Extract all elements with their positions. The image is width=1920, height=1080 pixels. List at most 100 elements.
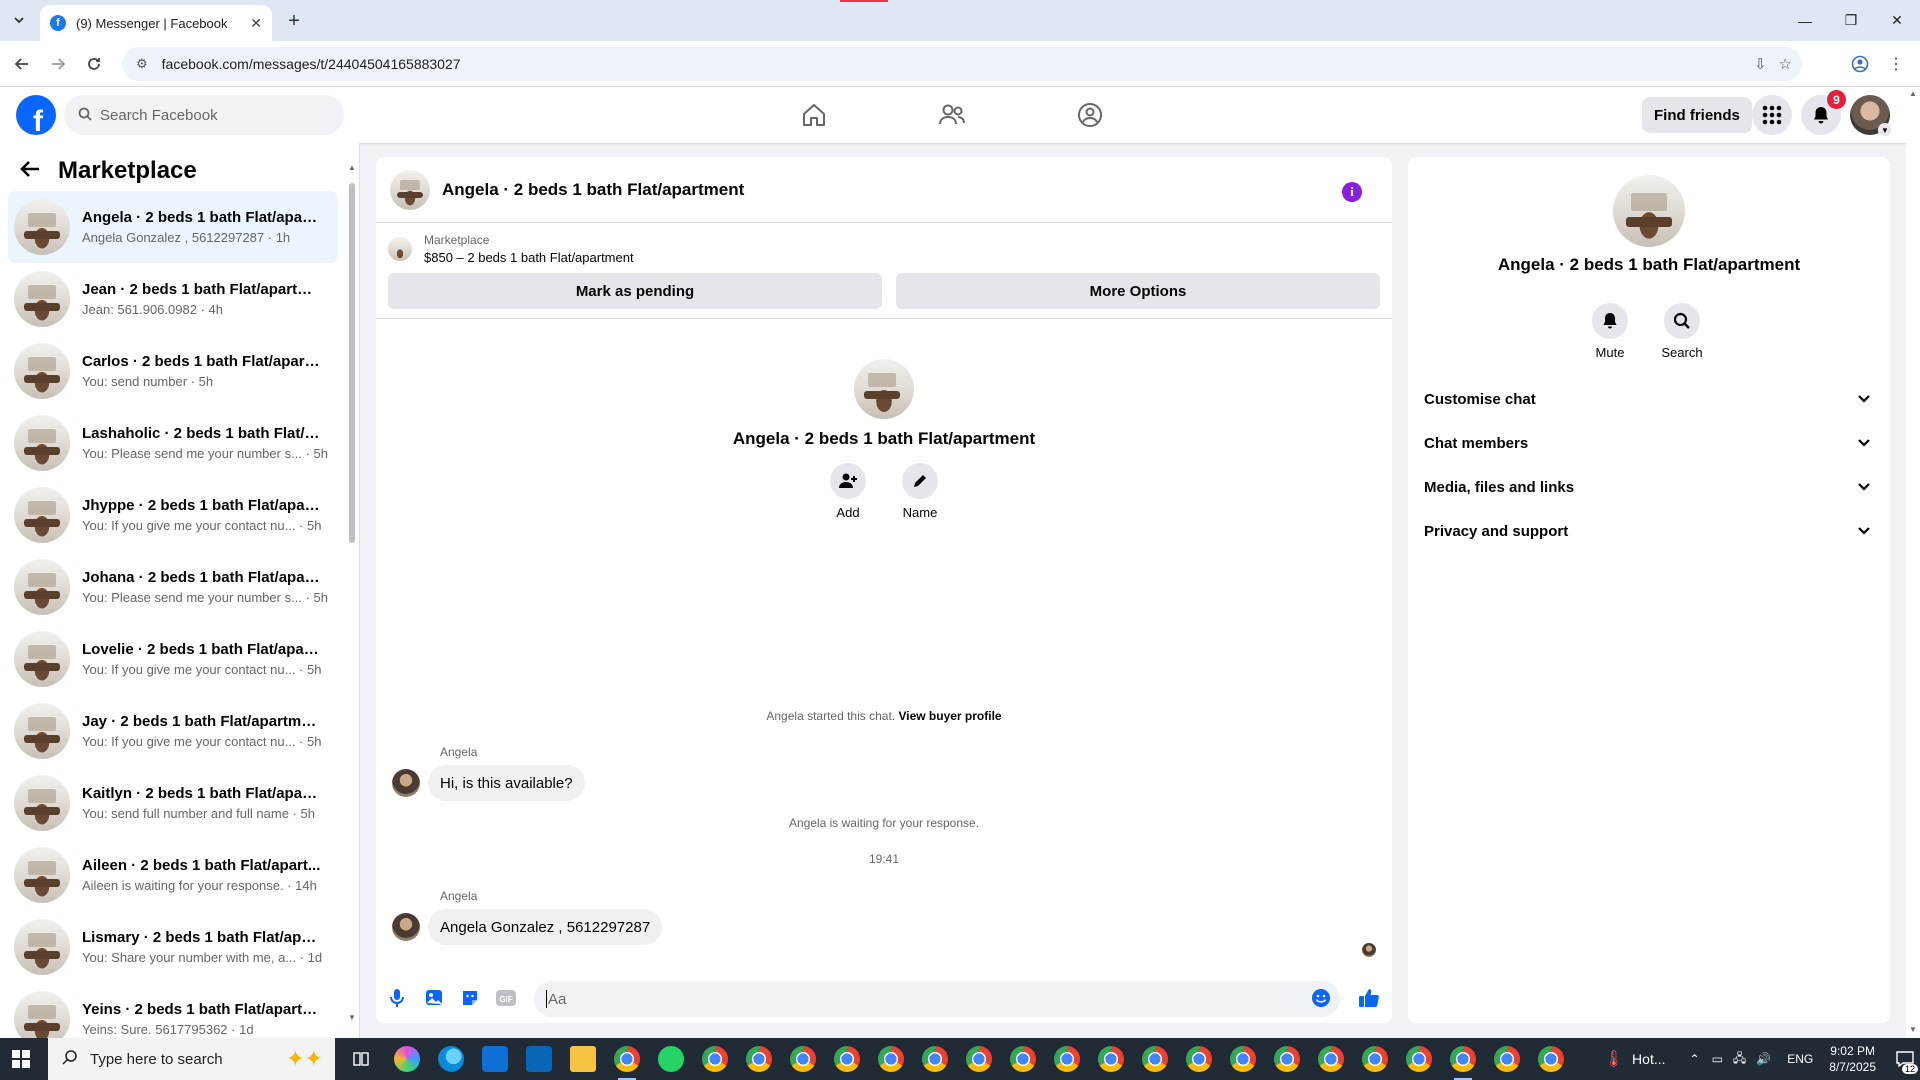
- chrome-icon[interactable]: [702, 1046, 728, 1072]
- chrome-icon[interactable]: [966, 1046, 992, 1072]
- media-files-links-section[interactable]: Media, files and links: [1424, 465, 1874, 509]
- clock[interactable]: 9:02 PM 8/7/2025: [1829, 1043, 1876, 1075]
- scroll-down-icon[interactable]: ▼: [348, 1013, 356, 1022]
- account-avatar[interactable]: ▼: [1850, 95, 1892, 137]
- chrome-icon[interactable]: [1318, 1046, 1344, 1072]
- close-tab-icon[interactable]: ✕: [250, 15, 262, 32]
- facebook-logo-icon[interactable]: f: [16, 95, 56, 135]
- conversation-item[interactable]: Lashaholic · 2 beds 1 bath Flat/a... You:…: [8, 407, 338, 479]
- menu-grid-icon[interactable]: [1752, 95, 1792, 135]
- facebook-search-input[interactable]: Search Facebook: [64, 95, 344, 135]
- back-icon[interactable]: [10, 52, 34, 76]
- more-options-button[interactable]: More Options: [896, 273, 1380, 309]
- gif-icon[interactable]: GIF: [495, 987, 517, 1009]
- chrome-icon[interactable]: [1186, 1046, 1212, 1072]
- chrome-icon[interactable]: [1274, 1046, 1300, 1072]
- message-bubble[interactable]: Hi, is this available?: [428, 765, 585, 801]
- conversation-item[interactable]: Carlos · 2 beds 1 bath Flat/apart... You:…: [8, 335, 338, 407]
- conversation-item[interactable]: Angela · 2 beds 1 bath Flat/apart... Ange…: [8, 191, 338, 263]
- sender-avatar[interactable]: [392, 913, 420, 941]
- conversation-item[interactable]: Jhyppe · 2 beds 1 bath Flat/apar... You: …: [8, 479, 338, 551]
- restore-icon[interactable]: ❐: [1828, 0, 1874, 41]
- language-indicator[interactable]: ENG: [1787, 1052, 1813, 1066]
- menu-icon[interactable]: ⋮: [1884, 52, 1908, 76]
- conversation-item[interactable]: Aileen · 2 beds 1 bath Flat/apart... Aile…: [8, 839, 338, 911]
- sender-avatar[interactable]: [392, 769, 420, 797]
- search-in-chat-button[interactable]: Search: [1652, 303, 1712, 360]
- conversation-item[interactable]: Jay · 2 beds 1 bath Flat/apartment You: I…: [8, 695, 338, 767]
- listing-price[interactable]: $850 – 2 beds 1 bath Flat/apartment: [424, 250, 634, 265]
- message-bubble[interactable]: Angela Gonzalez , 5612297287: [428, 909, 663, 945]
- chrome-icon[interactable]: [878, 1046, 904, 1072]
- whatsapp-icon[interactable]: [658, 1046, 684, 1072]
- chrome-icon[interactable]: [790, 1046, 816, 1072]
- reload-icon[interactable]: [82, 52, 106, 76]
- customise-chat-section[interactable]: Customise chat: [1424, 377, 1874, 421]
- privacy-support-section[interactable]: Privacy and support: [1424, 509, 1874, 553]
- chrome-icon[interactable]: [1538, 1046, 1564, 1072]
- page-scrollbar[interactable]: ▲ ▼: [1906, 87, 1920, 1038]
- add-people-button[interactable]: Add: [830, 463, 866, 520]
- chrome-icon[interactable]: [1054, 1046, 1080, 1072]
- home-icon[interactable]: [784, 87, 844, 143]
- url-field[interactable]: ⚙ facebook.com/messages/t/24404504165883…: [122, 47, 1802, 81]
- name-chat-button[interactable]: Name: [902, 463, 938, 520]
- thermometer-icon[interactable]: 🌡: [1604, 1049, 1624, 1069]
- file-explorer-icon[interactable]: [570, 1046, 596, 1072]
- new-tab-icon[interactable]: +: [282, 9, 306, 33]
- chrome-icon[interactable]: [922, 1046, 948, 1072]
- close-window-icon[interactable]: ✕: [1874, 0, 1920, 41]
- conversation-item[interactable]: Lovelie · 2 beds 1 bath Flat/apart... You…: [8, 623, 338, 695]
- chat-members-section[interactable]: Chat members: [1424, 421, 1874, 465]
- friends-icon[interactable]: [922, 87, 982, 143]
- sticker-icon[interactable]: [459, 987, 481, 1009]
- photo-icon[interactable]: [423, 987, 445, 1009]
- sidebar-scrollbar[interactable]: ▲ ▼: [348, 163, 356, 1023]
- chrome-icon[interactable]: [1010, 1046, 1036, 1072]
- find-friends-button[interactable]: Find friends: [1642, 97, 1752, 133]
- install-app-icon[interactable]: ⇩: [1754, 55, 1767, 73]
- task-view-icon[interactable]: [348, 1046, 374, 1072]
- volume-icon[interactable]: 🔊: [1756, 1052, 1771, 1066]
- scrollbar-thumb[interactable]: [349, 183, 355, 543]
- chrome-icon[interactable]: [1098, 1046, 1124, 1072]
- browser-tab[interactable]: f (9) Messenger | Facebook ✕: [40, 5, 272, 41]
- conversation-item[interactable]: Lismary · 2 beds 1 bath Flat/apar... You:…: [8, 911, 338, 983]
- site-info-icon[interactable]: ⚙: [136, 56, 148, 72]
- chrome-icon[interactable]: [1362, 1046, 1388, 1072]
- chrome-icon[interactable]: [1142, 1046, 1168, 1072]
- microphone-icon[interactable]: [386, 987, 408, 1009]
- chat-title[interactable]: Angela · 2 beds 1 bath Flat/apartment: [442, 180, 744, 200]
- scroll-down-icon[interactable]: ▼: [1909, 1025, 1917, 1034]
- chrome-icon[interactable]: [1450, 1046, 1476, 1080]
- scroll-up-icon[interactable]: ▲: [1909, 89, 1917, 98]
- chrome-icon[interactable]: [1230, 1046, 1256, 1072]
- minimize-icon[interactable]: —: [1782, 0, 1828, 41]
- forward-icon[interactable]: [46, 52, 70, 76]
- listing-thumbnail[interactable]: [390, 169, 430, 210]
- show-hidden-icons-icon[interactable]: ⌃: [1690, 1052, 1700, 1066]
- taskbar-search-input[interactable]: Type here to search ✦✦: [48, 1038, 335, 1080]
- conversation-item[interactable]: Kaitlyn · 2 beds 1 bath Flat/apart... You…: [8, 767, 338, 839]
- conversation-item[interactable]: Jean · 2 beds 1 bath Flat/apartm... Jean:…: [8, 263, 338, 335]
- groups-icon[interactable]: [1060, 87, 1120, 143]
- network-icon[interactable]: 🖧: [1733, 1049, 1746, 1070]
- weather-text[interactable]: Hot...: [1632, 1051, 1665, 1067]
- profile-icon[interactable]: [1848, 52, 1872, 76]
- chrome-icon[interactable]: [1406, 1046, 1432, 1072]
- emoji-icon[interactable]: [1310, 987, 1332, 1009]
- tab-list-icon[interactable]: [8, 9, 30, 31]
- meet-now-icon[interactable]: ▭: [1712, 1052, 1723, 1066]
- scroll-up-icon[interactable]: ▲: [348, 163, 356, 172]
- listing-small-thumbnail[interactable]: [388, 237, 412, 261]
- copilot-icon[interactable]: [394, 1046, 420, 1072]
- outlook-icon[interactable]: [526, 1046, 552, 1072]
- store-icon[interactable]: [482, 1046, 508, 1072]
- mark-as-pending-button[interactable]: Mark as pending: [388, 273, 882, 309]
- info-icon[interactable]: i: [1342, 182, 1362, 202]
- notification-center-icon[interactable]: 12: [1890, 1038, 1920, 1080]
- chrome-icon[interactable]: [1494, 1046, 1520, 1072]
- edge-icon[interactable]: [438, 1046, 464, 1072]
- windows-start-icon[interactable]: [12, 1050, 30, 1068]
- message-input[interactable]: Aa: [534, 981, 1340, 1017]
